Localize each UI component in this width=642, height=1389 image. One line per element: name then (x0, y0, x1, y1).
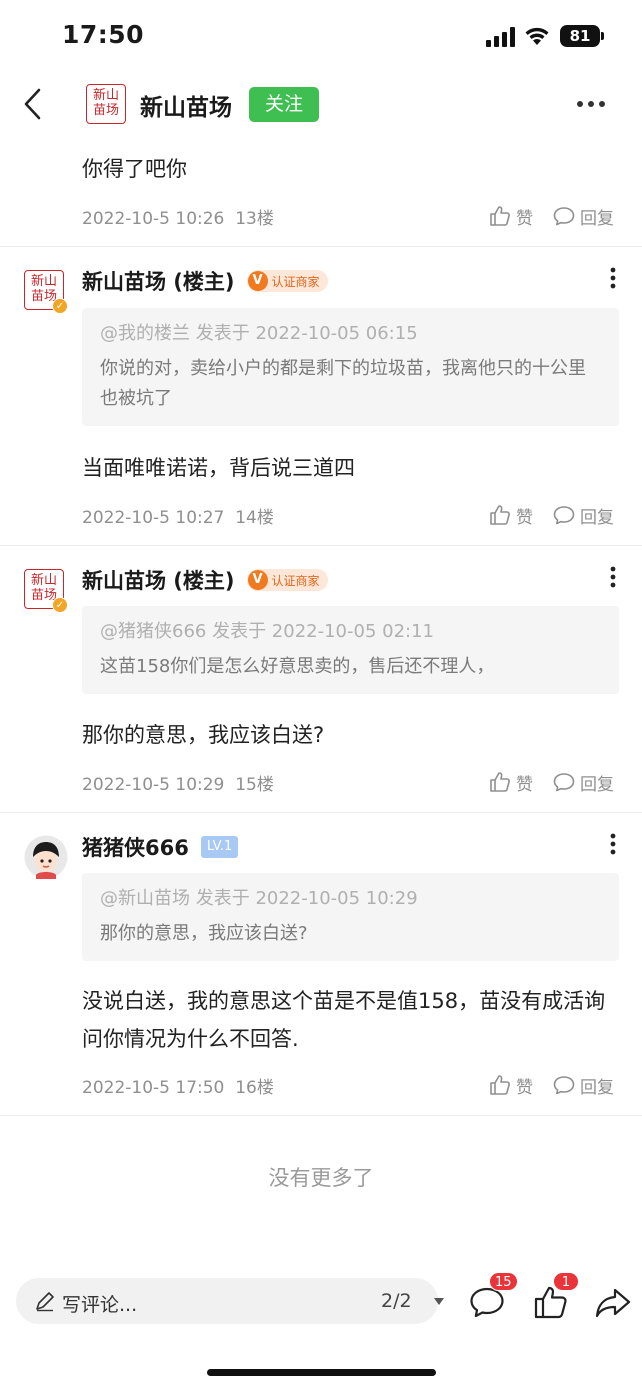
merchant-badge: V 认证商家 (246, 569, 328, 591)
follow-button[interactable]: 关注 (249, 87, 319, 122)
like-button[interactable]: 赞 (488, 202, 533, 230)
post-menu-icon[interactable] (610, 267, 616, 289)
quote-meta: @我的楼兰 发表于 2022-10-05 06:15 (100, 323, 418, 344)
comment-input[interactable]: 写评论... 2/2 (16, 1278, 444, 1324)
post-text: 当面唯唯诺诺，背后说三道四 (82, 456, 355, 480)
quoted-reply[interactable]: @猪猪侠666 发表于 2022-10-05 02:11 这苗158你们是怎么好… (82, 606, 619, 694)
author-name[interactable]: 新山苗场 (楼主) (82, 565, 235, 595)
quote-body: 你说的对，卖给小户的都是剩下的垃圾苗，我离他只的十公里也被坑了 (100, 358, 586, 409)
reply-button[interactable]: 回复 (552, 1071, 614, 1099)
quote-body: 这苗158你们是怎么好意思卖的，售后还不理人， (100, 656, 495, 677)
author-row: 猪猪侠666 LV.1 (82, 832, 239, 862)
pen-icon (36, 1292, 54, 1312)
post-meta: 2022-10-5 17:50 16楼 赞 回复 (82, 1071, 622, 1099)
like-icon (490, 505, 510, 525)
merchant-v-icon: V (247, 271, 268, 291)
reply-button[interactable]: 回复 (552, 202, 614, 230)
quoted-reply[interactable]: @新山苗场 发表于 2022-10-05 10:29 那你的意思，我应该白送? (82, 873, 619, 961)
like-icon (490, 1075, 510, 1095)
post-date-floor: 2022-10-5 10:29 15楼 (82, 775, 274, 795)
divider (0, 545, 642, 546)
battery-tip (601, 32, 604, 40)
like-button[interactable]: 赞 (488, 1071, 533, 1099)
author-row: 新山苗场 (楼主) V 认证商家 (82, 565, 328, 595)
divider (0, 1115, 642, 1116)
bottom-bar: 写评论... 2/2 15 1 (0, 1272, 642, 1328)
no-more-text: 没有更多了 (268, 1166, 374, 1190)
post-meta: 2022-10-5 10:29 15楼 赞 回复 (82, 768, 622, 796)
author-row: 新山苗场 (楼主) V 认证商家 (82, 266, 328, 296)
reply-icon (553, 207, 575, 226)
share-icon[interactable] (593, 1282, 633, 1322)
post-meta: 2022-10-5 10:27 14楼 赞 回复 (82, 501, 622, 529)
post-date-floor: 2022-10-5 17:50 16楼 (82, 1078, 274, 1098)
like-button[interactable]: 赞 (488, 501, 533, 529)
avatar[interactable]: 新山 苗场 ✓ (24, 270, 68, 314)
cellular-signal-icon (486, 27, 515, 47)
merchant-badge: V 认证商家 (246, 270, 328, 292)
reply-icon (553, 506, 575, 525)
reply-icon (553, 1076, 575, 1095)
post-menu-icon[interactable] (610, 566, 616, 588)
status-bar: 17:50 81 (0, 0, 642, 70)
avatar[interactable] (24, 835, 68, 879)
like-icon (490, 206, 510, 226)
divider (0, 812, 642, 813)
post-text: 你得了吧你 (82, 157, 187, 181)
verified-icon: ✓ (52, 298, 68, 314)
post-text: 那你的意思，我应该白送? (82, 723, 325, 747)
post-meta: 2022-10-5 10:26 13楼 赞 回复 (82, 202, 622, 230)
home-indicator[interactable] (207, 1369, 436, 1376)
nav-header: 新山 苗场 新山苗场 关注 (0, 72, 642, 136)
page-indicator[interactable]: 2/2 (381, 1290, 412, 1312)
post-menu-icon[interactable] (610, 833, 616, 855)
verified-icon: ✓ (52, 597, 68, 613)
like-icon (490, 772, 510, 792)
comments-count-badge: 15 (489, 1272, 518, 1291)
merchant-v-icon: V (247, 570, 268, 590)
divider (0, 246, 642, 247)
quote-meta: @猪猪侠666 发表于 2022-10-05 02:11 (100, 621, 435, 642)
quote-body: 那你的意思，我应该白送? (100, 923, 308, 944)
likes-count-badge: 1 (553, 1272, 579, 1291)
like-button[interactable]: 赞 (488, 768, 533, 796)
quoted-reply[interactable]: @我的楼兰 发表于 2022-10-05 06:15 你说的对，卖给小户的都是剩… (82, 308, 619, 426)
battery-indicator: 81 (560, 25, 600, 47)
reply-button[interactable]: 回复 (552, 768, 614, 796)
wifi-icon (525, 27, 549, 45)
avatar[interactable]: 新山 苗场 ✓ (24, 569, 68, 613)
level-badge: LV.1 (200, 836, 239, 858)
author-name[interactable]: 新山苗场 (楼主) (82, 266, 235, 296)
status-time: 17:50 (62, 20, 145, 49)
post-text: 没说白送，我的意思这个苗是不是值158，苗没有成活询问你情况为什么不回答. (82, 989, 606, 1051)
quote-meta: @新山苗场 发表于 2022-10-05 10:29 (100, 888, 418, 909)
reply-icon (553, 773, 575, 792)
more-icon[interactable] (576, 100, 606, 108)
chevron-down-icon[interactable] (434, 1298, 444, 1305)
reply-button[interactable]: 回复 (552, 501, 614, 529)
post-date-floor: 2022-10-5 10:27 14楼 (82, 508, 274, 528)
forum-logo[interactable]: 新山 苗场 (86, 84, 126, 124)
author-name[interactable]: 猪猪侠666 (82, 832, 189, 862)
back-icon[interactable] (20, 84, 48, 124)
post-date-floor: 2022-10-5 10:26 13楼 (82, 209, 274, 229)
page-title[interactable]: 新山苗场 (140, 88, 232, 122)
comment-placeholder: 写评论... (62, 1294, 138, 1316)
